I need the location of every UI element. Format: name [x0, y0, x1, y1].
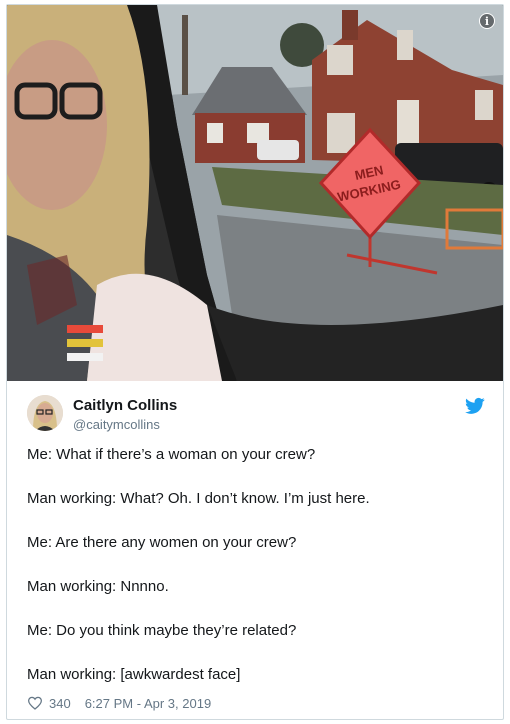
- avatar[interactable]: [27, 395, 63, 431]
- tweet-line: Me: Are there any women on your crew?: [27, 534, 297, 551]
- info-icon[interactable]: i: [479, 13, 495, 29]
- tweet-header: Caitlyn Collins @caitymcollins: [27, 393, 487, 433]
- tweet-line: Man working: What? Oh. I don’t know. I’m…: [27, 490, 370, 507]
- author-handle[interactable]: @caitymcollins: [73, 417, 160, 432]
- tweet-footer: 340 6:27 PM - Apr 3, 2019: [27, 693, 211, 713]
- heart-icon[interactable]: [27, 696, 43, 710]
- tweet-line: Man working: Nnnno.: [27, 578, 169, 595]
- tweet-line: Me: What if there’s a woman on your crew…: [27, 446, 316, 463]
- author-name[interactable]: Caitlyn Collins: [73, 397, 177, 414]
- tweet-card: MEN WORKING i Caitlyn Collins @caitymcol…: [6, 4, 504, 720]
- like-count[interactable]: 340: [49, 696, 71, 711]
- tweet-timestamp[interactable]: 6:27 PM - Apr 3, 2019: [85, 696, 211, 711]
- tweet-photo[interactable]: MEN WORKING i: [7, 5, 503, 381]
- twitter-bird-icon[interactable]: [465, 397, 485, 415]
- tweet-text: Me: What if there’s a woman on your crew…: [27, 445, 487, 709]
- tweet-line: Me: Do you think maybe they’re related?: [27, 622, 297, 639]
